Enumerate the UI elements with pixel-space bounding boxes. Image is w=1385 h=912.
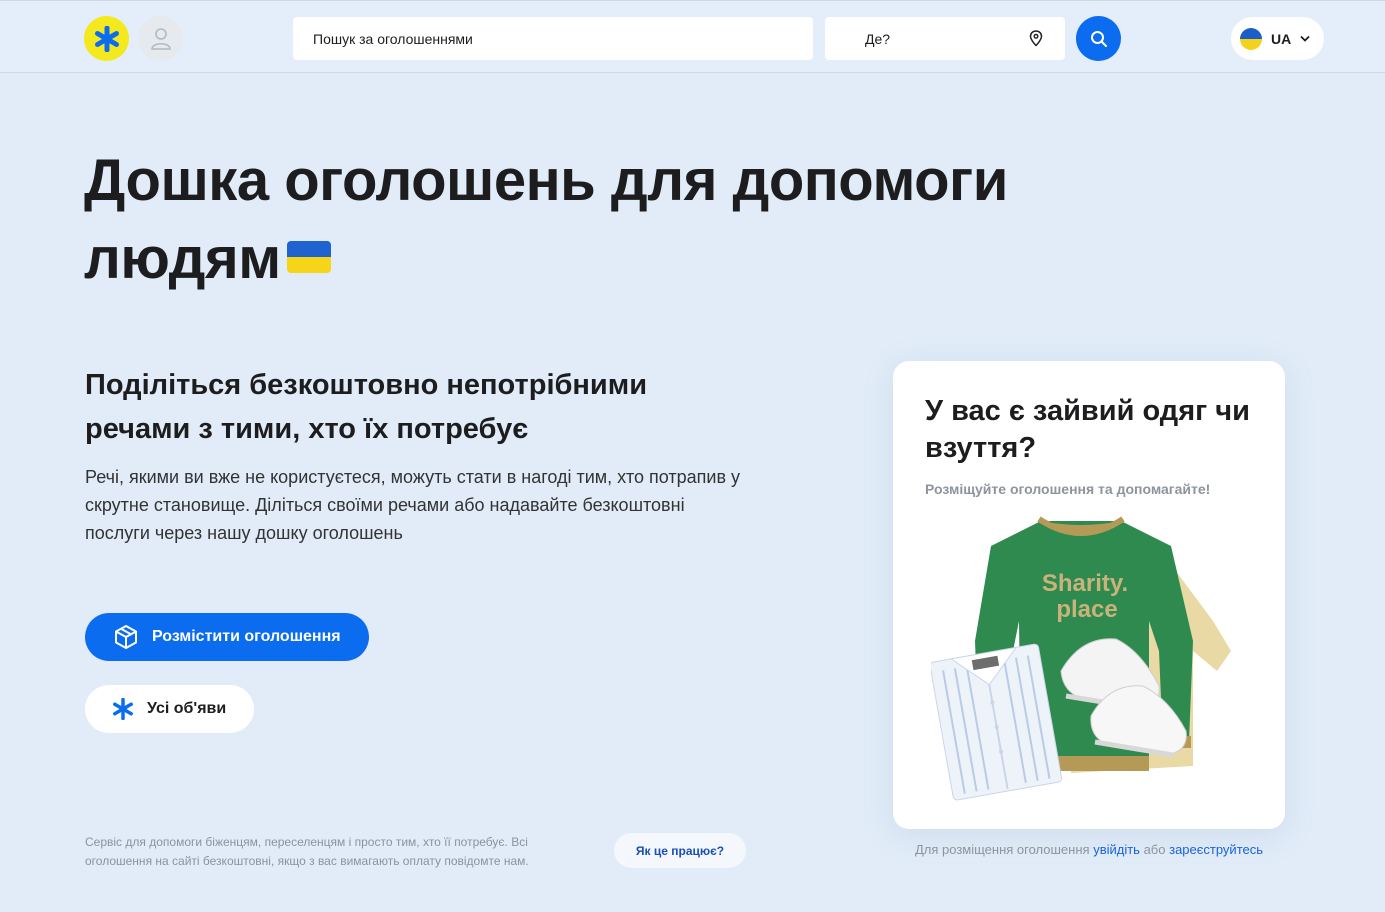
post-ad-label: Розмістити оголошення xyxy=(152,628,341,645)
sweater-text-line1: Sharity. xyxy=(1042,570,1128,597)
asterisk-icon xyxy=(113,698,133,720)
ukraine-flag-icon xyxy=(1240,27,1262,50)
how-it-works-label: Як це працює? xyxy=(635,843,725,858)
register-link[interactable]: зареєструйтесь xyxy=(1169,842,1263,857)
language-label: UA xyxy=(1271,30,1292,47)
login-link[interactable]: увійдіть xyxy=(1093,842,1140,857)
ukraine-flag-emoji-icon xyxy=(286,240,331,273)
promo-card-subtitle: Розміщуйте оголошення та допомагайте! xyxy=(925,481,1211,497)
promo-card: У вас є зайвий одяг чи взуття? Розміщуйт… xyxy=(893,361,1285,829)
intro-subtitle: Поділіться безкоштовно непотрібними реча… xyxy=(85,369,648,445)
all-ads-button[interactable]: Усі об'яви xyxy=(85,685,254,733)
search-input-placeholder: Пошук за оголошеннями xyxy=(313,30,473,47)
search-icon xyxy=(1090,30,1107,47)
all-ads-label: Усі об'яви xyxy=(147,700,227,717)
language-selector[interactable]: UA xyxy=(1231,17,1324,60)
user-account-button[interactable] xyxy=(138,16,183,61)
sweater-text-line2: place xyxy=(1056,596,1117,623)
promo-card-title: У вас є зайвий одяг чи взуття? xyxy=(925,395,1250,464)
post-ad-button[interactable]: Розмістити оголошення xyxy=(85,613,369,661)
footer-note: Сервіс для допомоги біженцям, переселенц… xyxy=(85,835,529,868)
intro-description: Речі, якими ви вже не користуєтеся, можу… xyxy=(85,467,741,543)
login-note: Для розміщення оголошення увійдіть або з… xyxy=(893,842,1285,857)
how-it-works-button[interactable]: Як це працює? xyxy=(614,833,746,868)
asterisk-logo-icon xyxy=(94,25,119,52)
chevron-down-icon xyxy=(1300,35,1310,42)
page-title-line2: людям xyxy=(84,226,281,291)
location-input[interactable]: Де? xyxy=(825,17,1065,60)
search-button[interactable] xyxy=(1076,16,1121,61)
user-icon xyxy=(150,27,171,50)
page-title-line1: Дошка оголошень для допомоги xyxy=(84,148,1008,213)
location-input-placeholder: Де? xyxy=(865,30,891,47)
site-logo[interactable] xyxy=(84,16,129,61)
login-note-or: або xyxy=(1143,842,1166,857)
page-title: Дошка оголошень для допомоги людям xyxy=(84,142,1084,298)
search-input[interactable]: Пошук за оголошеннями xyxy=(293,17,813,60)
header: Пошук за оголошеннями Де? UA xyxy=(0,0,1385,73)
map-pin-icon xyxy=(1029,30,1043,47)
clothes-illustration: Sharity. place xyxy=(931,516,1231,801)
box-icon xyxy=(115,625,137,649)
login-note-prefix: Для розміщення оголошення xyxy=(914,842,1090,857)
